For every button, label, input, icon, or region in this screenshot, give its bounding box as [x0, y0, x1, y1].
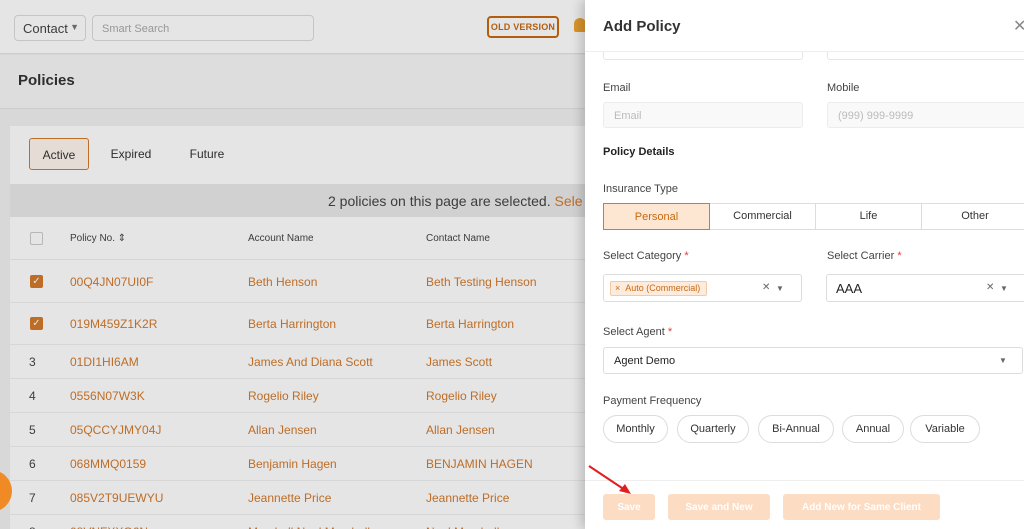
- insurance-type-commercial[interactable]: Commercial: [710, 203, 816, 230]
- carrier-select[interactable]: AAA ✕ ▼: [826, 274, 1024, 302]
- chevron-down-icon: ▼: [1000, 284, 1008, 293]
- category-select[interactable]: × Auto (Commercial) ✕ ▼: [603, 274, 802, 302]
- tag-remove-icon[interactable]: ×: [615, 283, 620, 293]
- category-tag: × Auto (Commercial): [610, 281, 708, 296]
- insurance-type-life[interactable]: Life: [816, 203, 922, 230]
- payment-frequency-label: Payment Frequency: [603, 395, 702, 407]
- carrier-label: Select Carrier *: [827, 250, 902, 262]
- agent-value: Agent Demo: [614, 355, 676, 367]
- agent-select[interactable]: Agent Demo ▼: [603, 347, 1023, 374]
- insurance-type-segmented: Personal Commercial Life Other: [603, 203, 1024, 230]
- chevron-down-icon: ▼: [999, 356, 1007, 365]
- drawer-title: Add Policy: [603, 18, 681, 35]
- insurance-type-personal[interactable]: Personal: [603, 203, 710, 230]
- payment-monthly[interactable]: Monthly: [603, 415, 668, 443]
- payment-bi-annual[interactable]: Bi-Annual: [758, 415, 834, 443]
- add-policy-drawer: Add Policy ✕ Email Email Mobile (999) 99…: [585, 0, 1024, 529]
- agent-label: Select Agent *: [603, 326, 673, 338]
- add-new-same-client-button[interactable]: Add New for Same Client: [783, 494, 940, 520]
- clear-icon[interactable]: ✕: [762, 282, 770, 293]
- policy-details-heading: Policy Details: [603, 146, 675, 158]
- payment-annual[interactable]: Annual: [842, 415, 904, 443]
- payment-quarterly[interactable]: Quarterly: [677, 415, 749, 443]
- mobile-field[interactable]: (999) 999-9999: [827, 102, 1024, 128]
- carrier-value: AAA: [836, 281, 863, 296]
- category-label: Select Category *: [603, 250, 689, 262]
- drawer-header: Add Policy ✕: [585, 0, 1024, 52]
- mobile-label: Mobile: [827, 82, 860, 94]
- payment-variable[interactable]: Variable: [910, 415, 980, 443]
- modal-backdrop[interactable]: [0, 0, 585, 529]
- annotation-arrow-icon: [588, 465, 631, 494]
- drawer-footer: Save Save and New Add New for Same Clien…: [585, 480, 1024, 529]
- email-field[interactable]: Email: [603, 102, 803, 128]
- clear-icon[interactable]: ✕: [986, 282, 994, 293]
- email-label: Email: [603, 82, 631, 94]
- insurance-type-other[interactable]: Other: [922, 203, 1024, 230]
- close-icon[interactable]: ✕: [1013, 16, 1024, 36]
- insurance-type-label: Insurance Type: [603, 183, 679, 195]
- save-and-new-button[interactable]: Save and New: [668, 494, 770, 520]
- chevron-down-icon: ▼: [776, 284, 784, 293]
